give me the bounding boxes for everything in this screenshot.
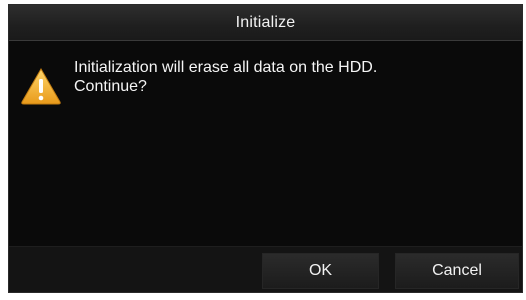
initialize-dialog: Initialize Initialization will erase all…: [8, 4, 523, 293]
dialog-body: Initialization will erase all data on th…: [9, 41, 522, 249]
cancel-button[interactable]: Cancel: [395, 253, 519, 289]
message-line: Initialization will erase all data on th…: [74, 59, 378, 76]
dialog-message: Initialization will erase all data on th…: [74, 58, 494, 96]
message-line: Continue?: [74, 78, 147, 95]
warning-icon: [21, 67, 61, 105]
ok-button[interactable]: OK: [262, 253, 379, 289]
dialog-footer: OK Cancel: [9, 246, 522, 292]
dialog-title-bar[interactable]: Initialize: [9, 5, 522, 41]
dialog-title: Initialize: [235, 13, 296, 31]
